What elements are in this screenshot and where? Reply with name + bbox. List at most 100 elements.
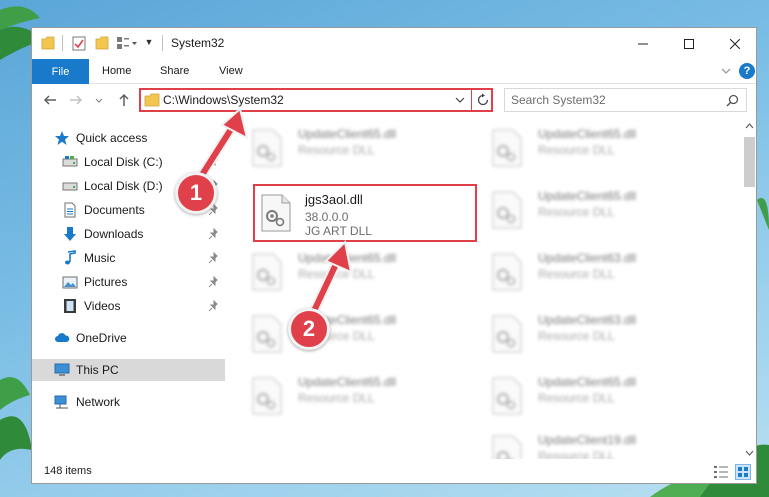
- file-tile[interactable]: UpdateClient65.dll Resource DLL: [468, 181, 698, 237]
- title-bar: ▼ System32: [32, 28, 756, 59]
- sidebar-item-label: OneDrive: [76, 331, 127, 345]
- file-type: Resource DLL: [298, 267, 375, 281]
- file-tile-jgs3aol-dll[interactable]: jgs3aol.dll 38.0.0.0 JG ART DLL: [253, 184, 477, 242]
- file-tile[interactable]: UpdateClient65.dll Resource DLL: [468, 119, 698, 175]
- dll-file-icon: [492, 129, 522, 167]
- forward-arrow-icon[interactable]: [68, 92, 84, 108]
- status-bar: 148 items: [32, 460, 756, 483]
- customize-toolbar-chevron-icon[interactable]: ▼: [144, 37, 154, 49]
- file-tile[interactable]: UpdateClient65.dll Resource DLL: [228, 367, 458, 423]
- star-icon: [55, 131, 69, 145]
- file-tile[interactable]: UpdateClient63.dll Resource DLL: [468, 305, 698, 361]
- navigation-pane: Quick access Local Disk (C:) Local Disk …: [32, 119, 227, 459]
- sidebar-item-label: Videos: [84, 299, 121, 313]
- new-folder-icon[interactable]: [95, 35, 109, 51]
- recent-locations-chevron-icon[interactable]: [94, 92, 104, 108]
- file-name: UpdateClient19.dll: [538, 433, 637, 447]
- sidebar-item-network[interactable]: Network: [54, 391, 120, 413]
- close-button[interactable]: [712, 28, 756, 59]
- toolbar-separator: [62, 35, 63, 51]
- file-tile[interactable]: UpdateClient65.dll Resource DLL: [228, 119, 458, 175]
- folder-icon: [144, 93, 160, 107]
- back-arrow-icon[interactable]: [42, 92, 58, 108]
- sidebar-item-label: Music: [84, 251, 116, 265]
- dll-file-icon: [252, 377, 282, 415]
- details-view-icon[interactable]: [713, 465, 729, 479]
- toolbar-separator: [162, 35, 163, 51]
- cloud-icon: [55, 333, 70, 342]
- sidebar-item-this-pc[interactable]: This PC: [32, 359, 225, 381]
- tab-file[interactable]: File: [32, 59, 89, 84]
- vertical-scrollbar[interactable]: [742, 119, 756, 459]
- tab-share[interactable]: Share: [160, 65, 189, 77]
- view-options-icon[interactable]: [116, 35, 138, 51]
- file-name: UpdateClient65.dll: [538, 127, 637, 141]
- file-list: UpdateClient65.dll Resource DLL jgs3aol.…: [228, 119, 741, 459]
- file-tile[interactable]: UpdateClient19.dll Resource DLL: [468, 425, 698, 459]
- step-badge-1: 1: [175, 172, 217, 214]
- properties-check-icon[interactable]: [72, 35, 86, 51]
- tiles-view-icon: [738, 467, 748, 477]
- sidebar-item-onedrive[interactable]: OneDrive: [54, 327, 127, 349]
- drive-icon: [62, 182, 78, 191]
- sidebar-item-downloads[interactable]: Downloads: [62, 223, 143, 245]
- dll-file-icon: [492, 315, 522, 353]
- address-bar[interactable]: C:\Windows\System32: [139, 88, 493, 112]
- help-icon[interactable]: ?: [739, 63, 755, 79]
- sidebar-item-local-disk-c[interactable]: Local Disk (C:): [62, 151, 163, 173]
- file-name: jgs3aol.dll: [305, 192, 363, 207]
- close-icon: [730, 38, 740, 49]
- scrollbar-thumb[interactable]: [744, 137, 755, 187]
- expand-ribbon-chevron-icon[interactable]: [720, 65, 732, 77]
- dll-file-icon: [252, 129, 282, 167]
- up-arrow-icon[interactable]: [116, 92, 132, 108]
- sidebar-item-videos[interactable]: Videos: [62, 295, 120, 317]
- file-name: UpdateClient63.dll: [538, 251, 637, 265]
- music-icon: [65, 250, 76, 265]
- file-name: UpdateClient65.dll: [538, 375, 637, 389]
- sidebar-item-music[interactable]: Music: [62, 247, 115, 269]
- pictures-icon: [62, 276, 78, 289]
- sidebar-item-label: Pictures: [84, 275, 128, 289]
- search-box[interactable]: [504, 88, 747, 112]
- download-icon: [64, 227, 76, 241]
- file-tile[interactable]: UpdateClient65.dll Resource DLL: [228, 243, 458, 299]
- sidebar-item-documents[interactable]: Documents: [62, 199, 145, 221]
- refresh-icon[interactable]: [476, 93, 490, 107]
- tab-home[interactable]: Home: [102, 65, 131, 77]
- sidebar-item-local-disk-d[interactable]: Local Disk (D:): [62, 175, 163, 197]
- tiles-view-button[interactable]: [735, 464, 751, 480]
- scroll-down-arrow-icon[interactable]: [745, 449, 754, 457]
- computer-icon: [54, 363, 70, 376]
- tab-view[interactable]: View: [219, 65, 243, 77]
- videos-icon: [64, 299, 76, 313]
- file-name: UpdateClient65.dll: [538, 189, 637, 203]
- dll-file-icon: [492, 435, 522, 459]
- address-dropdown-chevron-icon[interactable]: [455, 95, 465, 105]
- file-type: Resource DLL: [298, 143, 375, 157]
- network-icon: [54, 395, 68, 409]
- dll-file-icon: [252, 253, 282, 291]
- address-path[interactable]: C:\Windows\System32: [163, 93, 284, 107]
- sidebar-item-quick-access[interactable]: Quick access: [54, 127, 147, 149]
- file-name: UpdateClient65.dll: [298, 251, 397, 265]
- sidebar-item-pictures[interactable]: Pictures: [62, 271, 127, 293]
- file-tile[interactable]: UpdateClient65.dll Resource DLL: [228, 305, 458, 361]
- sidebar-item-label: Documents: [84, 203, 145, 217]
- pin-icon[interactable]: [208, 300, 220, 312]
- maximize-button[interactable]: [666, 28, 712, 59]
- search-icon[interactable]: [726, 94, 739, 107]
- file-tile[interactable]: UpdateClient63.dll Resource DLL: [468, 243, 698, 299]
- search-input[interactable]: [511, 92, 711, 108]
- file-tile[interactable]: UpdateClient65.dll Resource DLL: [468, 367, 698, 423]
- dll-file-icon: [252, 315, 282, 353]
- minimize-button[interactable]: [620, 28, 666, 59]
- sidebar-item-label: Local Disk (D:): [84, 179, 163, 193]
- scroll-up-arrow-icon[interactable]: [745, 122, 754, 130]
- pin-icon[interactable]: [208, 156, 220, 168]
- pin-icon[interactable]: [208, 276, 220, 288]
- navigation-bar: C:\Windows\System32: [32, 85, 756, 115]
- pin-icon[interactable]: [208, 252, 220, 264]
- pin-icon[interactable]: [208, 228, 220, 240]
- dll-file-icon: [261, 194, 291, 232]
